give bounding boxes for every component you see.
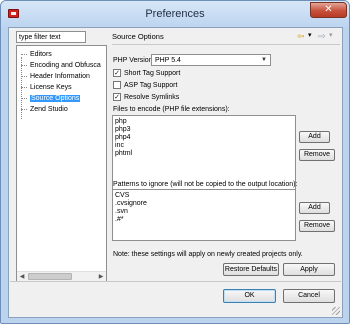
page-header: Source Options ⇦ ▾ ⇨ ▾ bbox=[112, 30, 340, 43]
dialog-client-area: type filter text Editors Encoding and Ob… bbox=[8, 27, 343, 318]
cancel-button[interactable]: Cancel bbox=[283, 289, 335, 303]
tree-item-label: Zend Studio bbox=[30, 106, 68, 113]
window-title: Preferences bbox=[145, 8, 205, 20]
list-item[interactable]: .#* bbox=[113, 216, 295, 224]
tree-item-label: Editors bbox=[30, 51, 52, 58]
tree-dash bbox=[21, 108, 27, 110]
back-arrow-icon[interactable]: ⇦ bbox=[297, 31, 305, 41]
forward-menu-icon[interactable]: ▾ bbox=[329, 31, 333, 41]
php-version-select[interactable]: PHP 5.4 ▼ bbox=[151, 54, 271, 66]
php-version-label: PHP Version: bbox=[113, 57, 155, 64]
asp-tag-checkbox[interactable] bbox=[113, 81, 121, 89]
add-pattern-button[interactable]: Add bbox=[299, 202, 330, 214]
remove-pattern-button[interactable]: Remove bbox=[299, 220, 335, 232]
tree-dash bbox=[21, 53, 27, 55]
tree-item-label: Source Options bbox=[30, 95, 81, 102]
files-to-encode-label: Files to encode (PHP file extensions): bbox=[113, 106, 230, 113]
list-item[interactable]: CVS bbox=[113, 192, 295, 200]
preference-tree: Editors Encoding and Obfusca Header Info… bbox=[16, 45, 107, 282]
title-bar[interactable]: Preferences ✕ bbox=[1, 1, 349, 27]
tree-dash bbox=[21, 97, 27, 99]
tree-item-license-keys[interactable]: License Keys bbox=[21, 83, 72, 93]
tree-item-zend-studio[interactable]: Zend Studio bbox=[21, 105, 68, 115]
apply-button[interactable]: Apply bbox=[283, 263, 335, 276]
tree-dash bbox=[21, 75, 27, 77]
patterns-label: Patterns to ignore (will not be copied t… bbox=[113, 181, 298, 188]
scroll-thumb[interactable] bbox=[28, 273, 72, 280]
list-item[interactable]: inc bbox=[113, 142, 295, 150]
tree-item-encoding[interactable]: Encoding and Obfusca bbox=[21, 61, 101, 71]
short-tag-label: Short Tag Support bbox=[124, 70, 181, 77]
tree-item-label: License Keys bbox=[30, 84, 72, 91]
tree-dash bbox=[21, 86, 27, 88]
short-tag-checkbox[interactable]: ✓ bbox=[113, 69, 121, 77]
restore-defaults-button[interactable]: Restore Defaults bbox=[223, 263, 279, 276]
header-separator bbox=[112, 44, 340, 45]
remove-extension-button[interactable]: Remove bbox=[299, 149, 335, 161]
page-title: Source Options bbox=[112, 32, 164, 41]
preferences-window: Preferences ✕ type filter text Editors E… bbox=[0, 0, 350, 324]
forward-arrow-icon[interactable]: ⇨ bbox=[318, 31, 326, 41]
tree-item-label: Encoding and Obfusca bbox=[30, 62, 101, 69]
php-version-value: PHP 5.4 bbox=[155, 57, 181, 64]
tree-item-editors[interactable]: Editors bbox=[21, 50, 52, 60]
filter-input[interactable]: type filter text bbox=[16, 31, 86, 43]
list-item[interactable]: php bbox=[113, 118, 295, 126]
resize-grip-icon[interactable] bbox=[332, 307, 340, 315]
tree-item-label: Header Information bbox=[30, 73, 90, 80]
list-item[interactable]: .svn bbox=[113, 208, 295, 216]
asp-tag-label: ASP Tag Support bbox=[124, 82, 178, 89]
tree-dash bbox=[21, 64, 27, 66]
ok-button[interactable]: OK bbox=[223, 289, 276, 303]
tree-item-source-options[interactable]: Source Options bbox=[21, 94, 81, 104]
footer-separator bbox=[10, 281, 341, 282]
resolve-symlinks-label: Resolve Symlinks bbox=[124, 94, 180, 101]
tree-horizontal-scrollbar[interactable]: ◀ ▶ bbox=[17, 271, 106, 281]
tree-item-header-information[interactable]: Header Information bbox=[21, 72, 90, 82]
list-item[interactable]: php4 bbox=[113, 134, 295, 142]
list-item[interactable]: .cvsignore bbox=[113, 200, 295, 208]
close-button[interactable]: ✕ bbox=[310, 2, 347, 18]
list-item[interactable]: php3 bbox=[113, 126, 295, 134]
back-menu-icon[interactable]: ▾ bbox=[308, 31, 312, 41]
chevron-down-icon: ▼ bbox=[261, 57, 267, 63]
patterns-list[interactable]: CVS .cvsignore .svn .#* bbox=[112, 189, 296, 241]
resolve-symlinks-checkbox[interactable]: ✓ bbox=[113, 93, 121, 101]
list-item[interactable]: phtml bbox=[113, 150, 295, 158]
add-extension-button[interactable]: Add bbox=[299, 131, 330, 143]
note-text: Note: these settings will apply on newly… bbox=[113, 251, 303, 258]
